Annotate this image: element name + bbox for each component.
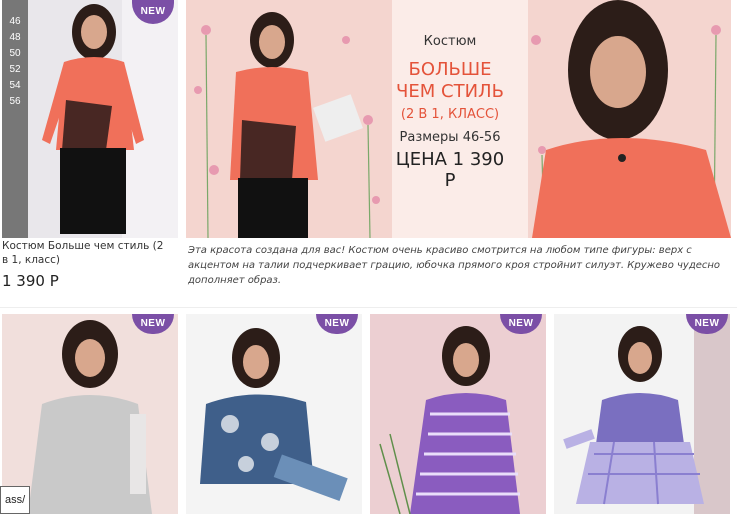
woman-suit-illustration	[2, 0, 178, 238]
size-option[interactable]: 54	[2, 78, 28, 94]
product-price: 1 390 Р	[2, 272, 59, 290]
woman-hearts-sweater-illustration	[186, 314, 362, 514]
banner-product-type: Костюм	[423, 34, 477, 49]
size-option[interactable]: 50	[2, 46, 28, 62]
product-title-link[interactable]: Костюм Больше чем стиль (2 в 1, класс)	[2, 239, 172, 267]
banner-sizes: Размеры 46-56	[399, 130, 501, 145]
woman-striped-dress-illustration	[370, 314, 546, 514]
banner-subtitle: (2 В 1, КЛАСС)	[400, 107, 500, 122]
product-card-4[interactable]	[554, 314, 730, 514]
size-option[interactable]: 48	[2, 30, 28, 46]
banner-price: ЦЕНА 1 390 Р	[395, 149, 505, 191]
product-card-1[interactable]	[2, 314, 178, 514]
product-photo-main[interactable]	[2, 0, 178, 238]
product-card-2[interactable]	[186, 314, 362, 514]
woman-grey-top-illustration	[2, 314, 178, 514]
size-option[interactable]: 52	[2, 62, 28, 78]
woman-plaid-blouse-illustration	[554, 314, 730, 514]
size-option[interactable]: 46	[2, 14, 28, 30]
section-divider	[0, 307, 737, 308]
product-description: Эта красота создана для вас! Костюм очен…	[188, 245, 721, 286]
size-list: 46 48 50 52 54 56	[2, 0, 28, 238]
banner-headline-2: ЧЕМ СТИЛЬ	[396, 81, 504, 102]
banner-headline-1: БОЛЬШЕ	[408, 59, 492, 80]
cart-tag[interactable]: ass/	[0, 486, 31, 514]
banner-text-block: Костюм БОЛЬШЕ ЧЕМ СТИЛЬ (2 В 1, КЛАСС) Р…	[392, 34, 508, 191]
product-card-3[interactable]	[370, 314, 546, 514]
size-option[interactable]: 56	[2, 94, 28, 110]
